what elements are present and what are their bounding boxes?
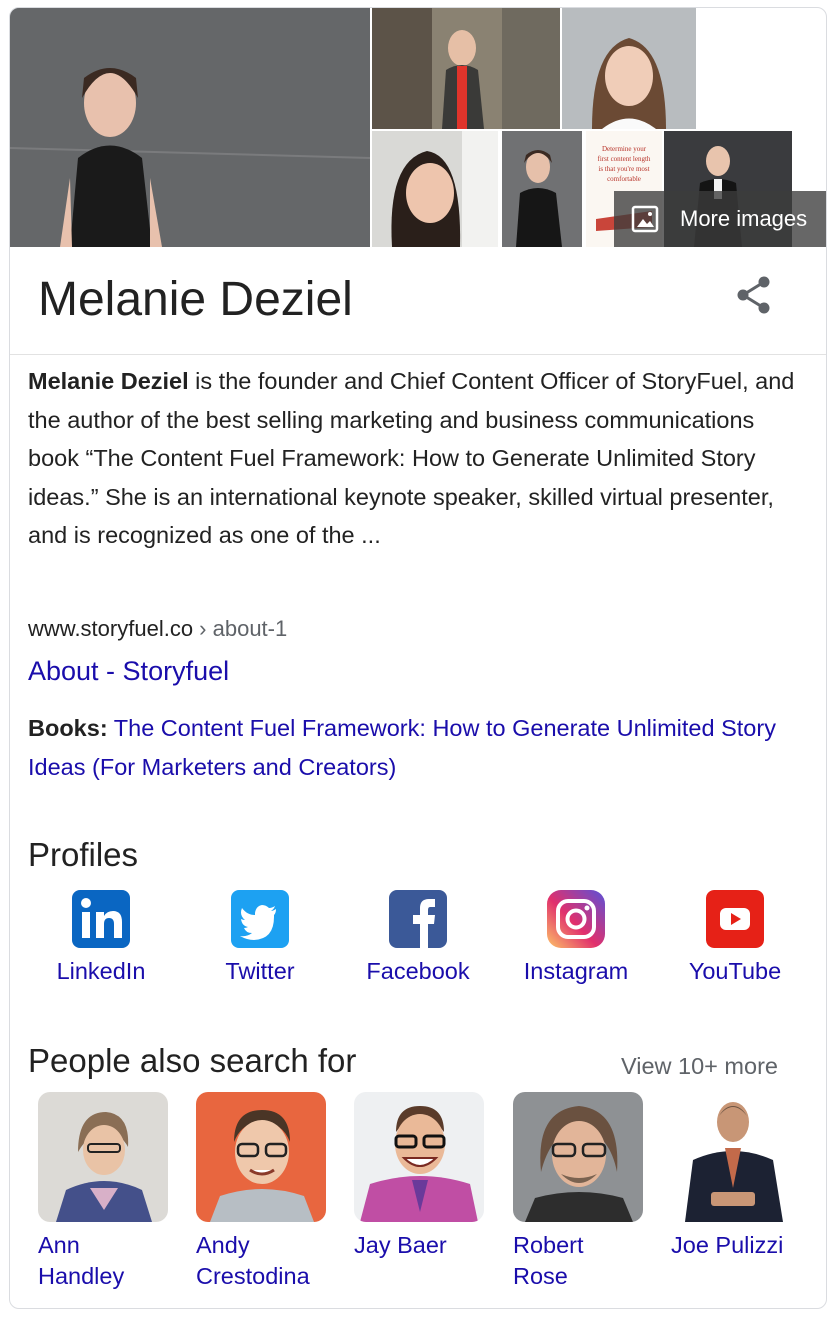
profile-linkedin[interactable]: LinkedIn: [36, 890, 166, 985]
person-name: Joe Pulizzi: [671, 1230, 803, 1261]
person-name: Ann Handley: [38, 1230, 170, 1292]
person-name-line-2: Rose: [513, 1263, 568, 1289]
person-card[interactable]: Robert Rose: [513, 1092, 645, 1292]
more-images-label: More images: [680, 206, 808, 231]
profile-label: Twitter: [225, 958, 295, 984]
person-name-line-1: Joe Pulizzi: [671, 1232, 784, 1258]
title-row: Melanie Deziel: [10, 248, 826, 355]
person-card[interactable]: Ann Handley: [38, 1092, 170, 1292]
description: Melanie Deziel is the founder and Chief …: [28, 362, 798, 555]
more-images-button[interactable]: More images: [614, 191, 826, 247]
image-collage: Determine your first content length is t…: [10, 8, 826, 248]
person-name-line-1: Ann: [38, 1232, 80, 1258]
image-icon: [631, 205, 659, 233]
profile-instagram[interactable]: Instagram: [511, 890, 641, 985]
source-link[interactable]: About - Storyfuel: [28, 656, 229, 687]
person-avatar: [671, 1092, 801, 1222]
entity-title: Melanie Deziel: [38, 273, 353, 326]
profile-label: LinkedIn: [56, 958, 146, 984]
linkedin-icon: [72, 890, 130, 948]
profile-label: YouTube: [688, 958, 782, 984]
photo-4[interactable]: [372, 131, 498, 247]
view-more-link[interactable]: View 10+ more: [621, 1053, 778, 1080]
books-link[interactable]: The Content Fuel Framework: How to Gener…: [28, 715, 776, 780]
photo-3[interactable]: [562, 8, 696, 129]
poster-text-line-2: first content length: [598, 155, 651, 163]
person-name: Andy Crestodina: [196, 1230, 328, 1292]
person-name-line-1: Andy: [196, 1232, 250, 1258]
person-avatar: [354, 1092, 484, 1222]
person-avatar: [38, 1092, 168, 1222]
person-avatar: [196, 1092, 326, 1222]
profile-twitter[interactable]: Twitter: [195, 890, 325, 985]
description-text: is the founder and Chief Content Officer…: [28, 368, 795, 548]
facebook-icon: [389, 890, 447, 948]
person-name-line-1: Robert: [513, 1232, 584, 1258]
photo-5[interactable]: [502, 131, 582, 247]
instagram-icon: [547, 890, 605, 948]
twitter-icon: [231, 890, 289, 948]
profile-label: Facebook: [366, 958, 470, 984]
people-heading: People also search for: [28, 1042, 357, 1079]
poster-text-line-4: comfortable: [607, 175, 641, 183]
books-label: Books:: [28, 715, 108, 741]
profile-label: Instagram: [523, 958, 629, 984]
source-path: › about-1: [193, 616, 288, 641]
description-name: Melanie Deziel: [28, 368, 189, 394]
source-url: www.storyfuel.co › about-1: [28, 616, 287, 642]
person-name: Jay Baer: [354, 1230, 486, 1261]
person-avatar: [513, 1092, 643, 1222]
source-domain: www.storyfuel.co: [28, 616, 194, 641]
profiles-heading: Profiles: [28, 836, 139, 873]
photo-2[interactable]: [372, 8, 560, 129]
profile-youtube[interactable]: YouTube: [670, 890, 800, 985]
main-photo[interactable]: [10, 8, 370, 247]
person-name-line-1: Jay Baer: [354, 1232, 447, 1258]
person-name: Robert Rose: [513, 1230, 645, 1292]
person-card[interactable]: Joe Pulizzi: [671, 1092, 803, 1261]
youtube-icon: [706, 890, 764, 948]
share-icon[interactable]: [734, 274, 774, 316]
poster-text-line-1: Determine your: [602, 145, 647, 153]
person-name-line-2: Handley: [38, 1263, 125, 1289]
poster-text-line-3: is that you're most: [598, 165, 649, 173]
person-name-line-2: Crestodina: [196, 1263, 310, 1289]
books-row: Books: The Content Fuel Framework: How t…: [28, 709, 798, 786]
profile-facebook[interactable]: Facebook: [353, 890, 483, 985]
person-card[interactable]: Andy Crestodina: [196, 1092, 328, 1292]
person-card[interactable]: Jay Baer: [354, 1092, 486, 1261]
